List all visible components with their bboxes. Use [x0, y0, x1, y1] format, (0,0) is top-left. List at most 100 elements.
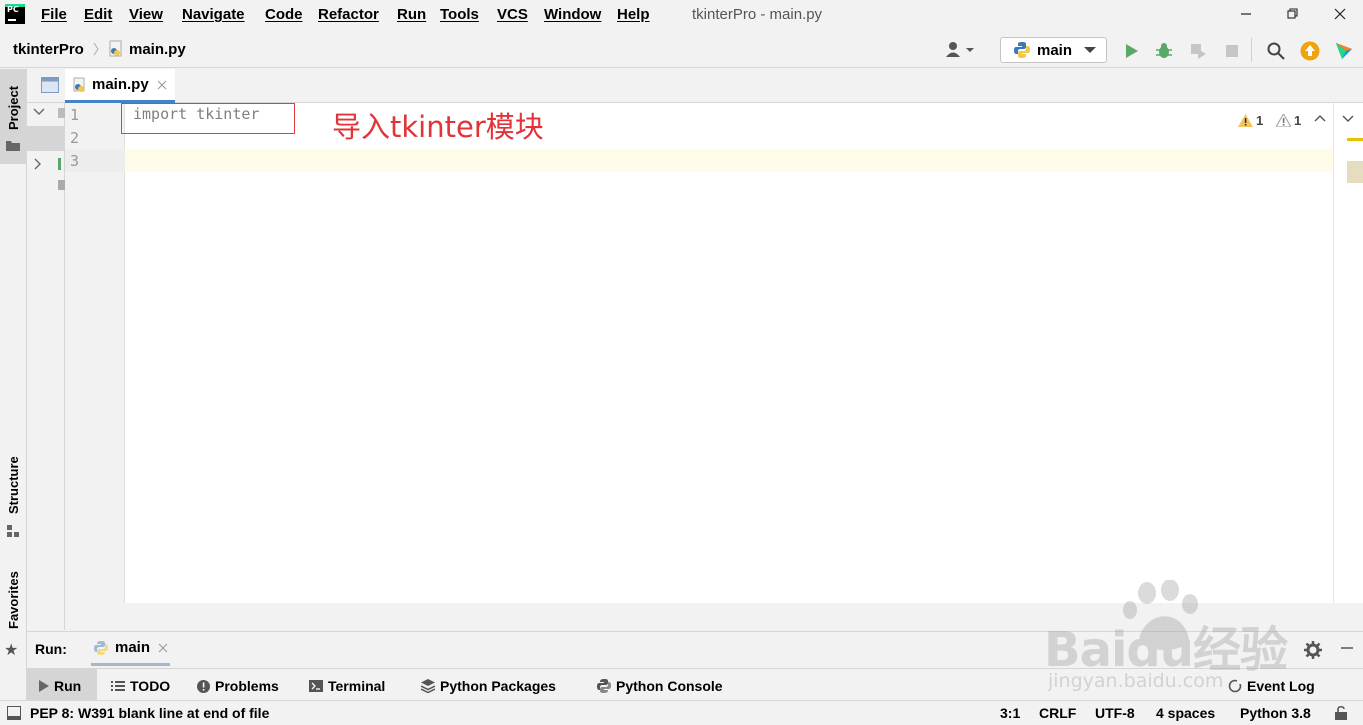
user-icon[interactable] — [944, 40, 976, 58]
tool-problems-button[interactable]: Problems — [197, 678, 279, 694]
selected-row — [27, 126, 65, 151]
editor-tab-bar: main.py — [27, 69, 1363, 103]
tool-python-packages-button[interactable]: Python Packages — [421, 678, 556, 694]
annotation-text: 导入tkinter模块 — [332, 110, 544, 144]
chevron-down-icon[interactable] — [33, 108, 45, 116]
tool-terminal-button[interactable]: Terminal — [309, 678, 385, 694]
pycharm-logo-icon: PC — [5, 4, 25, 24]
run-tab-main[interactable]: main — [91, 632, 171, 666]
restore-icon[interactable] — [1282, 4, 1304, 24]
update-icon[interactable] — [1299, 40, 1321, 62]
list-icon — [111, 681, 125, 691]
highlight-box — [121, 103, 295, 134]
toggle-tool-windows-icon[interactable] — [7, 706, 21, 720]
indent-setting[interactable]: 4 spaces — [1156, 705, 1215, 721]
scratches-icon — [58, 180, 65, 190]
breadcrumb-project[interactable]: tkinterPro — [13, 41, 84, 58]
tool-tab-structure[interactable]: Structure — [0, 449, 27, 521]
stop-icon[interactable] — [1221, 40, 1243, 62]
line-separator[interactable]: CRLF — [1039, 705, 1076, 721]
close-icon[interactable] — [1329, 4, 1351, 24]
python-icon — [1013, 41, 1031, 59]
jetbrains-icon[interactable] — [1333, 40, 1355, 62]
menu-run[interactable]: Run — [397, 6, 426, 23]
caret-position[interactable]: 3:1 — [1000, 705, 1020, 721]
coverage-icon[interactable] — [1187, 40, 1209, 62]
search-icon[interactable] — [1265, 40, 1287, 62]
minimize-icon[interactable] — [1235, 4, 1257, 24]
tool-run-button[interactable]: Run — [39, 678, 81, 694]
editor-scrollbar[interactable] — [1333, 103, 1363, 603]
chevron-up-icon[interactable] — [1314, 114, 1326, 122]
caret-down-icon — [1084, 46, 1097, 54]
tool-todo-button[interactable]: TODO — [111, 678, 170, 694]
tool-python-console-button[interactable]: Python Console — [597, 678, 723, 694]
menu-help[interactable]: Help — [617, 6, 650, 23]
warning-indicator[interactable]: 1 — [1238, 113, 1263, 128]
folder-icon — [6, 139, 20, 151]
folder-icon — [58, 108, 65, 118]
chevron-down-icon[interactable] — [1342, 115, 1354, 123]
python-file-icon — [108, 40, 124, 58]
navigation-bar: tkinterPro main.py main — [0, 30, 1363, 68]
python-console-icon — [597, 679, 611, 693]
structure-icon — [7, 525, 19, 537]
star-icon: ★ — [4, 640, 19, 659]
layers-icon — [421, 679, 435, 693]
menu-window[interactable]: Window — [544, 6, 601, 23]
menu-navigate[interactable]: Navigate — [182, 6, 245, 23]
run-icon — [39, 680, 49, 692]
chevron-right-icon — [92, 41, 100, 57]
python-icon — [93, 640, 109, 656]
line-number-gutter — [65, 103, 125, 603]
weak-warning-icon — [1276, 114, 1291, 127]
baidu-watermark: Baidu经验 jingyan.baidu.com — [1040, 580, 1360, 700]
run-config-label: main — [1037, 41, 1073, 59]
run-tab-label: main — [115, 639, 151, 656]
line-number: 3 — [70, 152, 80, 170]
weak-warning-indicator[interactable]: 1 — [1276, 113, 1301, 128]
warning-icon — [1238, 114, 1253, 127]
unlock-icon[interactable] — [1334, 705, 1348, 721]
line-number: 2 — [70, 129, 80, 147]
menu-refactor[interactable]: Refactor — [318, 6, 379, 23]
run-label: Run: — [35, 641, 67, 657]
tab-label: main.py — [92, 76, 149, 93]
menu-bar: PC File Edit View Navigate Code Refactor… — [0, 0, 1363, 30]
run-icon[interactable] — [1120, 40, 1142, 62]
tool-tab-favorites[interactable]: Favorites — [0, 564, 27, 636]
tab-main-py[interactable]: main.py — [65, 69, 175, 103]
debug-icon[interactable] — [1153, 40, 1175, 62]
project-panel-collapsed — [27, 102, 65, 630]
caret-scroll-marker — [1347, 161, 1363, 183]
python-interpreter[interactable]: Python 3.8 — [1240, 705, 1311, 721]
panel-toggle-icon[interactable] — [41, 77, 59, 93]
terminal-icon — [309, 680, 323, 692]
file-encoding[interactable]: UTF-8 — [1095, 705, 1135, 721]
weak-warning-count: 1 — [1294, 113, 1302, 128]
caret-row-highlight — [125, 149, 1333, 172]
watermark-url: jingyan.baidu.com — [1048, 670, 1224, 692]
status-message[interactable]: PEP 8: W391 blank line at end of file — [30, 705, 269, 721]
python-file-icon — [73, 77, 87, 93]
menu-code[interactable]: Code — [265, 6, 303, 23]
menu-edit[interactable]: Edit — [84, 6, 112, 23]
menu-view[interactable]: View — [129, 6, 163, 23]
close-tab-icon[interactable] — [157, 80, 167, 90]
status-bar: PEP 8: W391 blank line at end of file 3:… — [0, 700, 1363, 725]
tool-tab-project[interactable]: Project — [0, 73, 27, 143]
library-icon — [58, 158, 61, 170]
menu-file[interactable]: File — [41, 6, 67, 23]
chevron-right-icon[interactable] — [34, 158, 42, 170]
line-number: 1 — [70, 106, 80, 124]
code-editor[interactable] — [65, 103, 1333, 603]
menu-vcs[interactable]: VCS — [497, 6, 528, 23]
left-tool-stripe: Project Structure Favorites ★ — [0, 69, 27, 700]
window-title: tkinterPro - main.py — [692, 6, 823, 23]
breadcrumb-file[interactable]: main.py — [129, 41, 186, 58]
close-tab-icon[interactable] — [158, 643, 168, 653]
warning-stripe-marker[interactable] — [1347, 138, 1363, 141]
info-icon — [197, 679, 210, 693]
run-config-selector[interactable]: main — [1000, 37, 1107, 63]
menu-tools[interactable]: Tools — [440, 6, 479, 23]
